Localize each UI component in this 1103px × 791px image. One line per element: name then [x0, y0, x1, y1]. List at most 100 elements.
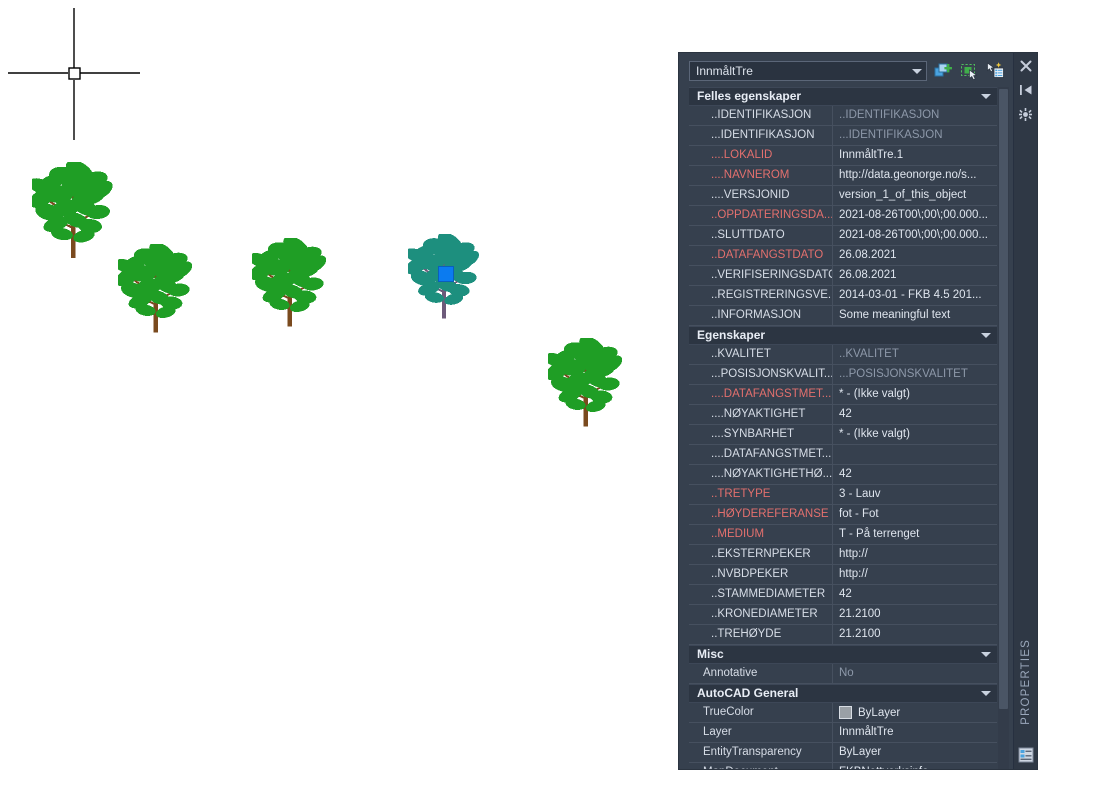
property-value-text: ByLayer [858, 706, 901, 719]
property-value[interactable]: 26.08.2021 [833, 246, 997, 265]
property-value[interactable]: http:// [833, 565, 997, 584]
tree-object[interactable] [252, 238, 329, 330]
property-row[interactable]: ..IDENTIFIKASJON ..IDENTIFIKASJON [689, 106, 998, 126]
property-value[interactable]: InnmåltTre.1 [833, 146, 997, 165]
property-row[interactable]: MapDocumentFKBNettverksinfo [689, 763, 997, 769]
property-value[interactable]: ByLayer [833, 743, 997, 762]
property-row[interactable]: ..MEDIUM T - På terrenget [689, 525, 998, 545]
property-row[interactable]: ...POSISJONSKVALIT... ...POSISJONSKVALITE… [689, 365, 998, 385]
property-value[interactable]: 42 [833, 405, 997, 424]
property-value[interactable]: http:// [833, 545, 997, 564]
property-name: ....SYNBARHET [689, 425, 833, 444]
quick-properties-icon[interactable] [985, 61, 1005, 81]
property-row[interactable]: ..EKSTERNPEKER http:// [689, 545, 998, 565]
tree-object[interactable] [32, 162, 116, 262]
section-header-felles-egenskaper[interactable]: Felles egenskaper [689, 87, 998, 106]
scrollbar-thumb[interactable] [999, 89, 1009, 709]
properties-scroll-area[interactable]: Felles egenskaper ..IDENTIFIKASJON ..IDENT… [689, 87, 1010, 769]
property-value[interactable]: version_1_of_this_object [833, 186, 997, 205]
property-row[interactable]: ....VERSJONID version_1_of_this_object [689, 186, 998, 206]
palette-title: PROPERTIES [1019, 639, 1032, 725]
property-row[interactable]: ..HØYDEREFERANSE fot - Fot [689, 505, 998, 525]
property-value[interactable]: ...POSISJONSKVALITET [833, 365, 997, 384]
close-icon[interactable] [1016, 57, 1036, 77]
property-row[interactable]: EntityTransparency ByLayer [689, 743, 998, 763]
property-value[interactable]: 2014-03-01 - FKB 4.5 201... [833, 286, 997, 305]
property-value[interactable]: InnmåltTre [833, 723, 997, 742]
property-value[interactable]: 42 [833, 465, 997, 484]
property-row[interactable]: ..TREHØYDE 21.2100 [689, 625, 998, 645]
section-header-misc[interactable]: Misc [689, 645, 998, 664]
property-value[interactable]: FKBNettverksinfo [833, 763, 997, 769]
property-value[interactable]: 21.2100 [833, 605, 997, 624]
property-row[interactable]: Layer InnmåltTre [689, 723, 998, 743]
property-row[interactable]: ..TRETYPE 3 - Lauv [689, 485, 998, 505]
property-row[interactable]: ....NØYAKTIGHET 42 [689, 405, 998, 425]
chevron-down-icon[interactable] [981, 333, 992, 338]
tree-object[interactable] [118, 244, 195, 336]
section-label: Egenskaper [697, 328, 766, 342]
property-value[interactable] [833, 445, 997, 464]
chevron-down-icon[interactable] [912, 68, 923, 74]
property-row[interactable]: ....NAVNEROM http://data.geonorge.no/s... [689, 166, 998, 186]
property-name: ..IDENTIFIKASJON [689, 106, 833, 125]
properties-panel-icon[interactable] [1018, 747, 1034, 763]
property-name: Annotative [689, 664, 833, 683]
object-type-select[interactable]: InnmåltTre [689, 61, 928, 81]
property-row[interactable]: ..DATAFANGSTDATO 26.08.2021 [689, 246, 998, 266]
property-name: ...POSISJONSKVALIT... [689, 365, 833, 384]
property-row[interactable]: ..SLUTTDATO 2021-08-26T00\;00\;00.000... [689, 226, 998, 246]
section-header-autocad-general[interactable]: AutoCAD General [689, 684, 998, 703]
property-value[interactable]: 26.08.2021 [833, 266, 997, 285]
property-row[interactable]: ..INFORMASJON Some meaningful text [689, 306, 998, 326]
property-row[interactable]: ..NVBDPEKER http:// [689, 565, 998, 585]
property-name: ..MEDIUM [689, 525, 833, 544]
property-value[interactable]: fot - Fot [833, 505, 997, 524]
section-header-egenskaper[interactable]: Egenskaper [689, 326, 998, 345]
property-value[interactable]: ..KVALITET [833, 345, 997, 364]
property-value[interactable]: 3 - Lauv [833, 485, 997, 504]
property-row[interactable]: ....DATAFANGSTMET... * - (Ikke valgt) [689, 385, 998, 405]
property-value[interactable]: T - På terrenget [833, 525, 997, 544]
property-value[interactable]: No [833, 664, 997, 683]
property-value[interactable]: 2021-08-26T00\;00\;00.000... [833, 206, 997, 225]
property-value[interactable]: ByLayer [833, 703, 997, 722]
color-swatch [839, 706, 852, 719]
property-value[interactable]: ..IDENTIFIKASJON [833, 106, 997, 125]
quick-select-icon[interactable] [959, 61, 979, 81]
property-value[interactable]: Some meaningful text [833, 306, 997, 325]
property-value[interactable]: 2021-08-26T00\;00\;00.000... [833, 226, 997, 245]
property-row[interactable]: ...IDENTIFIKASJON ...IDENTIFIKASJON [689, 126, 998, 146]
property-value[interactable]: 42 [833, 585, 997, 604]
property-name: Layer [689, 723, 833, 742]
select-objects-icon[interactable] [933, 61, 953, 81]
properties-palette[interactable]: InnmåltTre Felles egenskaper ..IDENTIFIK… [678, 52, 1038, 770]
tree-object[interactable] [548, 338, 625, 430]
property-row[interactable]: ..STAMMEDIAMETER 42 [689, 585, 998, 605]
chevron-down-icon[interactable] [981, 652, 992, 657]
selection-grip[interactable] [438, 266, 454, 282]
property-row[interactable]: ....DATAFANGSTMET... [689, 445, 998, 465]
property-row[interactable]: ..OPPDATERINGSDA... 2021-08-26T00\;00\;00… [689, 206, 998, 226]
property-name: ....DATAFANGSTMET... [689, 445, 833, 464]
property-value[interactable]: ...IDENTIFIKASJON [833, 126, 997, 145]
property-row[interactable]: ....LOKALID InnmåltTre.1 [689, 146, 998, 166]
panel-options-icon[interactable] [1016, 105, 1036, 125]
property-row[interactable]: ..REGISTRERINGSVE... 2014-03-01 - FKB 4.5… [689, 286, 998, 306]
property-row[interactable]: ..KRONEDIAMETER 21.2100 [689, 605, 998, 625]
property-value[interactable]: 21.2100 [833, 625, 997, 644]
property-row[interactable]: ....SYNBARHET * - (Ikke valgt) [689, 425, 998, 445]
property-row[interactable]: Annotative No [689, 664, 998, 684]
property-value[interactable]: * - (Ikke valgt) [833, 425, 997, 444]
property-name: ..KVALITET [689, 345, 833, 364]
property-row[interactable]: ....NØYAKTIGHETHØ... 42 [689, 465, 998, 485]
chevron-down-icon[interactable] [981, 94, 992, 99]
property-row[interactable]: TrueColor ByLayer [689, 703, 998, 723]
property-row[interactable]: ..VERIFISERINGSDATO 26.08.2021 [689, 266, 998, 286]
properties-scrollbar[interactable] [998, 87, 1010, 769]
property-value[interactable]: * - (Ikke valgt) [833, 385, 997, 404]
auto-hide-icon[interactable] [1016, 81, 1036, 101]
property-value[interactable]: http://data.geonorge.no/s... [833, 166, 997, 185]
chevron-down-icon[interactable] [981, 691, 992, 696]
property-row[interactable]: ..KVALITET ..KVALITET [689, 345, 998, 365]
